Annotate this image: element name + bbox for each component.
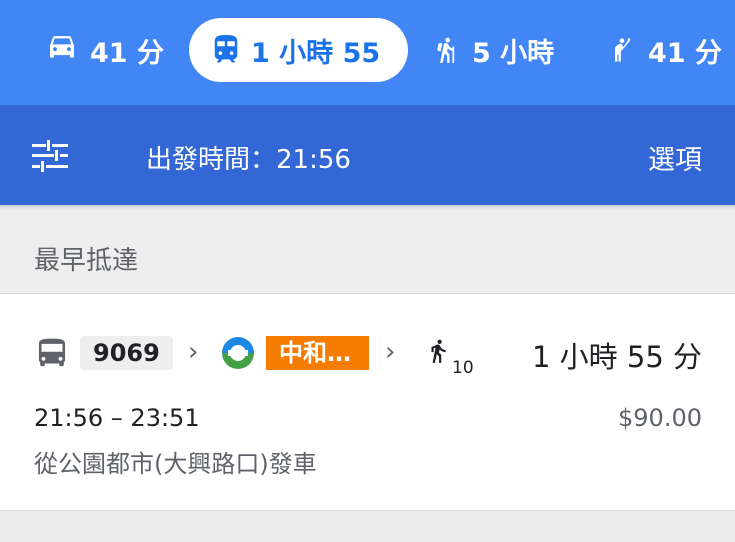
- mode-tab-label: 41 分: [90, 37, 164, 69]
- section-header: 最早抵達: [0, 209, 735, 293]
- walk-minutes: 10: [452, 358, 474, 378]
- car-icon: [46, 36, 78, 64]
- options-bar: 出發時間：21:56 選項: [0, 105, 735, 205]
- mode-tab-label: 41 分: [648, 37, 722, 69]
- chevron-right-icon: ›: [188, 337, 199, 367]
- travel-mode-bar: 41 分 1 小時 55 5 小時 41 分: [0, 0, 735, 105]
- departure-time-button[interactable]: 出發時間：21:56: [146, 139, 351, 176]
- route-card[interactable]: 9069 › 中和… › 10 1 小時 55 分 21:56 – 23:51 …: [0, 293, 735, 511]
- hiking-icon: [432, 33, 460, 67]
- trip-time-range: 21:56 – 23:51: [34, 404, 200, 432]
- tune-icon[interactable]: [32, 140, 68, 172]
- mode-tab-walking[interactable]: 5 小時: [432, 18, 560, 82]
- transit-icon: [213, 35, 239, 65]
- section-title: 最早抵達: [34, 246, 139, 276]
- trip-duration: 1 小時 55 分: [531, 340, 702, 374]
- mode-tab-label: 5 小時: [472, 37, 555, 69]
- metro-logo-icon: [216, 331, 260, 379]
- bus-route-chip: 9069: [80, 336, 173, 370]
- walk-icon: [425, 334, 451, 372]
- chevron-right-icon: ›: [385, 337, 396, 367]
- metro-line-chip: 中和…: [266, 336, 369, 370]
- mode-tab-ride[interactable]: 41 分: [608, 18, 728, 82]
- options-button[interactable]: 選項: [648, 138, 702, 177]
- trip-origin: 從公園都市(大興路口)發車: [34, 450, 317, 478]
- mode-tab-label: 1 小時 55: [251, 37, 381, 69]
- bus-icon: [36, 336, 68, 374]
- next-card-placeholder: [0, 511, 735, 542]
- hail-icon: [608, 33, 636, 67]
- trip-fare: $90.00: [618, 404, 702, 432]
- mode-tab-transit[interactable]: 1 小時 55: [189, 18, 409, 82]
- mode-tab-driving[interactable]: 41 分: [46, 18, 170, 82]
